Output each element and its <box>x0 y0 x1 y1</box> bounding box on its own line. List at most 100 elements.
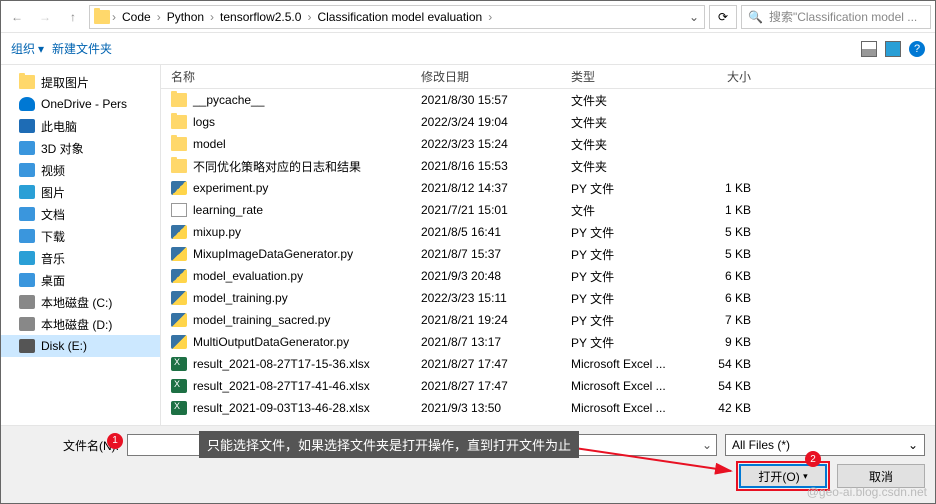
sidebar-item[interactable]: 文档 <box>1 203 160 225</box>
folder-icon <box>171 159 187 173</box>
back-button[interactable]: ← <box>5 5 29 29</box>
view-details-icon[interactable] <box>861 41 877 57</box>
file-row[interactable]: logs2022/3/24 19:04文件夹 <box>161 111 935 133</box>
folder-icon <box>171 115 187 129</box>
file-row[interactable]: result_2021-09-03T13-46-28.xlsx 2021/9/3 … <box>161 397 935 419</box>
sidebar-item-label: 文档 <box>41 206 65 223</box>
file-type: 文件 <box>561 202 691 219</box>
crumb[interactable]: Python <box>163 10 208 24</box>
file-date: 2021/7/21 15:01 <box>411 203 561 217</box>
file-name: result_2021-08-27T17-41-46.xlsx <box>193 379 370 393</box>
file-row[interactable]: mixup.py2021/8/5 16:41PY 文件5 KB <box>161 221 935 243</box>
crumb[interactable]: Classification model evaluation <box>313 10 486 24</box>
sidebar-item-label: 下载 <box>41 228 65 245</box>
file-type: PY 文件 <box>561 180 691 197</box>
sidebar-item[interactable]: OneDrive - Pers <box>1 93 160 115</box>
help-icon[interactable]: ? <box>909 41 925 57</box>
sidebar-item[interactable]: 视频 <box>1 159 160 181</box>
view-preview-icon[interactable] <box>885 41 901 57</box>
file-date: 2022/3/23 15:24 <box>411 137 561 151</box>
file-type: 文件夹 <box>561 114 691 131</box>
sidebar-item[interactable]: 桌面 <box>1 269 160 291</box>
drive-icon <box>19 295 35 309</box>
file-type: PY 文件 <box>561 312 691 329</box>
file-date: 2021/8/27 17:47 <box>411 379 561 393</box>
py-icon <box>171 291 187 305</box>
new-folder-button[interactable]: 新建文件夹 <box>52 40 112 57</box>
file-size: 5 KB <box>691 247 771 261</box>
file-row[interactable]: learning_rate2021/7/21 15:01文件1 KB <box>161 199 935 221</box>
col-name[interactable]: 名称 <box>161 68 411 85</box>
sidebar-item-label: 音乐 <box>41 250 65 267</box>
col-date[interactable]: 修改日期 <box>411 68 561 85</box>
refresh-button[interactable]: ⟳ <box>709 5 737 29</box>
chevron-down-icon: ▾ <box>38 42 44 56</box>
py-icon <box>171 335 187 349</box>
xlsx-icon <box>171 357 187 371</box>
sidebar-item[interactable]: 下载 <box>1 225 160 247</box>
file-name: MixupImageDataGenerator.py <box>193 247 353 261</box>
file-row[interactable]: result_2021-08-27T17-41-46.xlsx 2021/8/27… <box>161 375 935 397</box>
sidebar-item[interactable]: 提取图片 <box>1 71 160 93</box>
chevron-right-icon: › <box>112 10 116 24</box>
search-icon: 🔍 <box>748 10 763 24</box>
chevron-right-icon: › <box>210 10 214 24</box>
annotation-badge-1: 1 <box>107 433 123 449</box>
file-date: 2021/8/7 15:37 <box>411 247 561 261</box>
file-list: 名称 修改日期 类型 大小 __pycache__2021/8/30 15:57… <box>161 65 935 425</box>
sidebar-item[interactable]: 本地磁盘 (D:) <box>1 313 160 335</box>
file-size: 6 KB <box>691 291 771 305</box>
file-list-body[interactable]: __pycache__2021/8/30 15:57文件夹logs2022/3/… <box>161 89 935 423</box>
annotation-tooltip: 只能选择文件，如果选择文件夹是打开操作，直到打开文件为止 <box>199 431 579 458</box>
file-row[interactable]: experiment.py2021/8/12 14:37PY 文件1 KB <box>161 177 935 199</box>
folder-icon <box>171 137 187 151</box>
breadcrumb[interactable]: › Code › Python › tensorflow2.5.0 › Clas… <box>89 5 705 29</box>
filename-label: 文件名(N): 1 <box>11 437 119 454</box>
file-row[interactable]: model2022/3/23 15:24文件夹 <box>161 133 935 155</box>
organize-menu[interactable]: 组织 ▾ <box>11 40 44 57</box>
file-date: 2021/9/3 20:48 <box>411 269 561 283</box>
sidebar-item[interactable]: 3D 对象 <box>1 137 160 159</box>
forward-button[interactable]: → <box>33 5 57 29</box>
file-row[interactable]: model_training_sacred.py2021/8/21 19:24P… <box>161 309 935 331</box>
up-button[interactable]: ↑ <box>61 5 85 29</box>
file-name: result_2021-08-27T17-15-36.xlsx <box>193 357 370 371</box>
file-size: 9 KB <box>691 335 771 349</box>
file-name: result_2021-09-03T13-46-28.xlsx <box>193 401 370 415</box>
file-row[interactable]: __pycache__2021/8/30 15:57文件夹 <box>161 89 935 111</box>
file-name: MultiOutputDataGenerator.py <box>193 335 349 349</box>
xlsx-icon <box>171 401 187 415</box>
col-type[interactable]: 类型 <box>561 68 691 85</box>
file-date: 2021/8/30 15:57 <box>411 93 561 107</box>
col-size[interactable]: 大小 <box>691 68 771 85</box>
chevron-down-icon[interactable]: ⌄ <box>702 438 712 452</box>
sidebar-item[interactable]: Disk (E:) <box>1 335 160 357</box>
py-icon <box>171 269 187 283</box>
sidebar-item-label: Disk (E:) <box>41 339 87 353</box>
split-chevron-icon: ▾ <box>803 471 808 482</box>
crumb[interactable]: Code <box>118 10 155 24</box>
file-date: 2021/9/3 13:50 <box>411 401 561 415</box>
file-type: Microsoft Excel ... <box>561 401 691 415</box>
sidebar-item[interactable]: 此电脑 <box>1 115 160 137</box>
sidebar-item-label: 本地磁盘 (C:) <box>41 294 112 311</box>
file-row[interactable]: model_training.py2022/3/23 15:11PY 文件6 K… <box>161 287 935 309</box>
sidebar-item-label: 桌面 <box>41 272 65 289</box>
sidebar-item[interactable]: 音乐 <box>1 247 160 269</box>
filetype-combo[interactable]: All Files (*) ⌄ <box>725 434 925 456</box>
file-date: 2021/8/7 13:17 <box>411 335 561 349</box>
crumb[interactable]: tensorflow2.5.0 <box>216 10 305 24</box>
sidebar-item[interactable]: 图片 <box>1 181 160 203</box>
file-row[interactable]: 不同优化策略对应的日志和结果2021/8/16 15:53文件夹 <box>161 155 935 177</box>
folder-icon <box>171 93 187 107</box>
chevron-down-icon[interactable]: ⌄ <box>684 10 704 24</box>
file-date: 2021/8/5 16:41 <box>411 225 561 239</box>
file-row[interactable]: model_evaluation.py2021/9/3 20:48PY 文件6 … <box>161 265 935 287</box>
blue-icon <box>19 229 35 243</box>
file-row[interactable]: MultiOutputDataGenerator.py 2021/8/7 13:1… <box>161 331 935 353</box>
address-bar: ← → ↑ › Code › Python › tensorflow2.5.0 … <box>1 1 935 33</box>
file-row[interactable]: result_2021-08-27T17-15-36.xlsx2021/8/27… <box>161 353 935 375</box>
file-row[interactable]: MixupImageDataGenerator.py 2021/8/7 15:37… <box>161 243 935 265</box>
sidebar-item[interactable]: 本地磁盘 (C:) <box>1 291 160 313</box>
search-input[interactable]: 🔍 搜索"Classification model ... <box>741 5 931 29</box>
